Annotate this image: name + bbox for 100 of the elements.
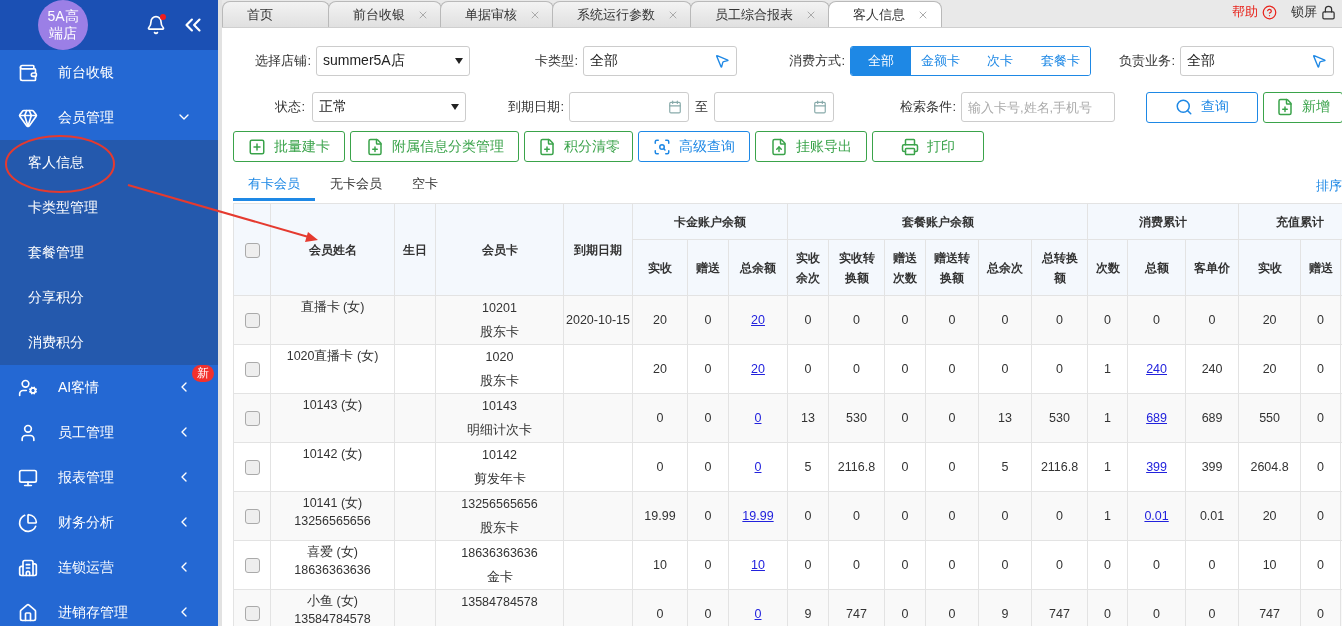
submenu-item[interactable]: 消费积分 [0,320,218,365]
select-all-checkbox[interactable] [244,242,260,258]
member-tab[interactable]: 无卡会员 [315,170,397,201]
table-value: 0 [901,558,909,572]
table-value: 1 [1104,411,1112,425]
table-value: 0 [1317,362,1325,376]
action-button[interactable]: 高级查询 [638,131,750,162]
card-number: 18636363636 [460,545,539,562]
table-value: 747 [1259,606,1280,621]
amount-link[interactable]: 689 [1146,411,1167,425]
table-value: 0 [1317,460,1325,474]
table-value: 0 [948,460,956,474]
row-checkbox[interactable] [244,606,260,622]
submenu-item[interactable]: 卡类型管理 [0,185,218,230]
amount-link[interactable]: 240 [1146,362,1167,376]
table-value: 20 [653,362,667,376]
field-label: 负责业务: [1118,52,1175,70]
row-checkbox[interactable] [244,508,260,524]
date-field[interactable] [714,92,834,122]
lock-icon[interactable] [1321,4,1336,20]
printer-icon [901,137,919,156]
table-value: 0 [948,509,956,523]
group-header: 充值累计 [1238,203,1342,240]
table-value: 0 [704,411,712,425]
table-value: 9 [804,606,812,621]
action-button[interactable]: 打印 [872,131,984,162]
table-value: 0 [1317,411,1325,425]
table-value: 1 [1104,460,1112,474]
store-select[interactable]: summer5A店 [316,46,470,76]
member-name: 直播卡 (女) [299,299,366,316]
member-name: 10142 (女) [301,446,364,463]
status-select[interactable]: 正常 [312,92,466,122]
help-link[interactable]: 帮助 [1232,3,1258,21]
square-plus-icon [248,137,266,156]
table-value: 0 [948,411,956,425]
amount-link[interactable]: 20 [751,313,765,327]
row-checkbox[interactable] [244,361,260,377]
payment-mode-option[interactable]: 全部 [851,47,911,75]
page-tab[interactable]: 前台收银 [328,1,442,27]
add-button[interactable]: 新增 [1263,91,1342,123]
action-button[interactable]: 批量建卡 [233,131,345,162]
pointer-icon [1311,53,1327,69]
table-value: 550 [1259,411,1280,425]
table-value: 0 [1208,558,1216,572]
amount-link[interactable]: 0 [754,460,762,474]
lock-screen-link[interactable]: 锁屏 [1291,3,1317,21]
page-tab[interactable]: 客人信息 [828,1,942,27]
amount-link[interactable]: 10 [751,558,765,572]
amount-link[interactable]: 0 [754,606,762,621]
table-value: 0 [948,558,956,572]
help-icon[interactable] [1262,4,1277,20]
page-tab[interactable]: 系统运行参数 [552,1,692,27]
row-checkbox[interactable] [244,557,260,573]
card-type-field[interactable]: 全部 [583,46,737,76]
file-plus-icon [365,137,384,156]
row-checkbox[interactable] [244,410,260,426]
action-button[interactable]: 挂账导出 [755,131,867,162]
business-field[interactable]: 全部 [1180,46,1334,76]
column-header: 客单价 [1185,239,1239,296]
table-value: 747 [1049,606,1070,621]
action-button[interactable]: 积分清零 [524,131,633,162]
table-value: 0 [704,460,712,474]
field-label: 检索条件: [899,98,956,116]
monitor-icon [18,467,38,488]
table-value: 20 [1262,313,1277,327]
member-tab[interactable]: 空卡 [397,170,453,201]
page-tab[interactable]: 员工综合报表 [690,1,830,27]
submenu-item[interactable]: 分享积分 [0,275,218,320]
amount-link[interactable]: 20 [751,362,765,376]
submenu-item[interactable]: 客人信息 [0,140,218,185]
table-value: 20 [1262,362,1277,376]
page-tab[interactable]: 首页 [222,1,330,27]
card-number: 10142 [481,447,518,464]
field-label: 卡类型: [534,52,578,70]
bell-icon[interactable] [146,15,166,35]
table-value: 0 [1104,313,1112,327]
row-checkbox[interactable] [244,312,260,328]
amount-link[interactable]: 0 [754,411,762,425]
column-header: 生日 [394,203,436,296]
group-header: 卡金账户余额 [632,203,788,240]
table-value: 399 [1201,460,1223,474]
table-value: 0 [656,606,664,621]
amount-link[interactable]: 0.01 [1144,509,1169,523]
table-value: 0 [901,509,909,523]
row-checkbox[interactable] [244,459,260,475]
amount-link[interactable]: 19.99 [742,509,774,523]
date-field[interactable] [569,92,689,122]
search-field[interactable]: 输入卡号,姓名,手机号 [961,92,1115,122]
query-button[interactable]: 查询 [1146,91,1258,123]
table-value: 0 [1208,606,1216,621]
search-icon [1175,98,1193,116]
column-header: 实收 [632,239,688,296]
table-value: 0 [1153,558,1161,572]
submenu-item[interactable]: 套餐管理 [0,230,218,275]
member-name: 小鱼 (女) [306,593,359,610]
amount-link[interactable]: 399 [1146,460,1167,474]
table-value: 0 [1056,313,1063,327]
sort-link[interactable]: 排序 [1316,177,1342,195]
page-tab[interactable]: 单据审核 [440,1,554,27]
table-value: 0 [948,606,956,621]
